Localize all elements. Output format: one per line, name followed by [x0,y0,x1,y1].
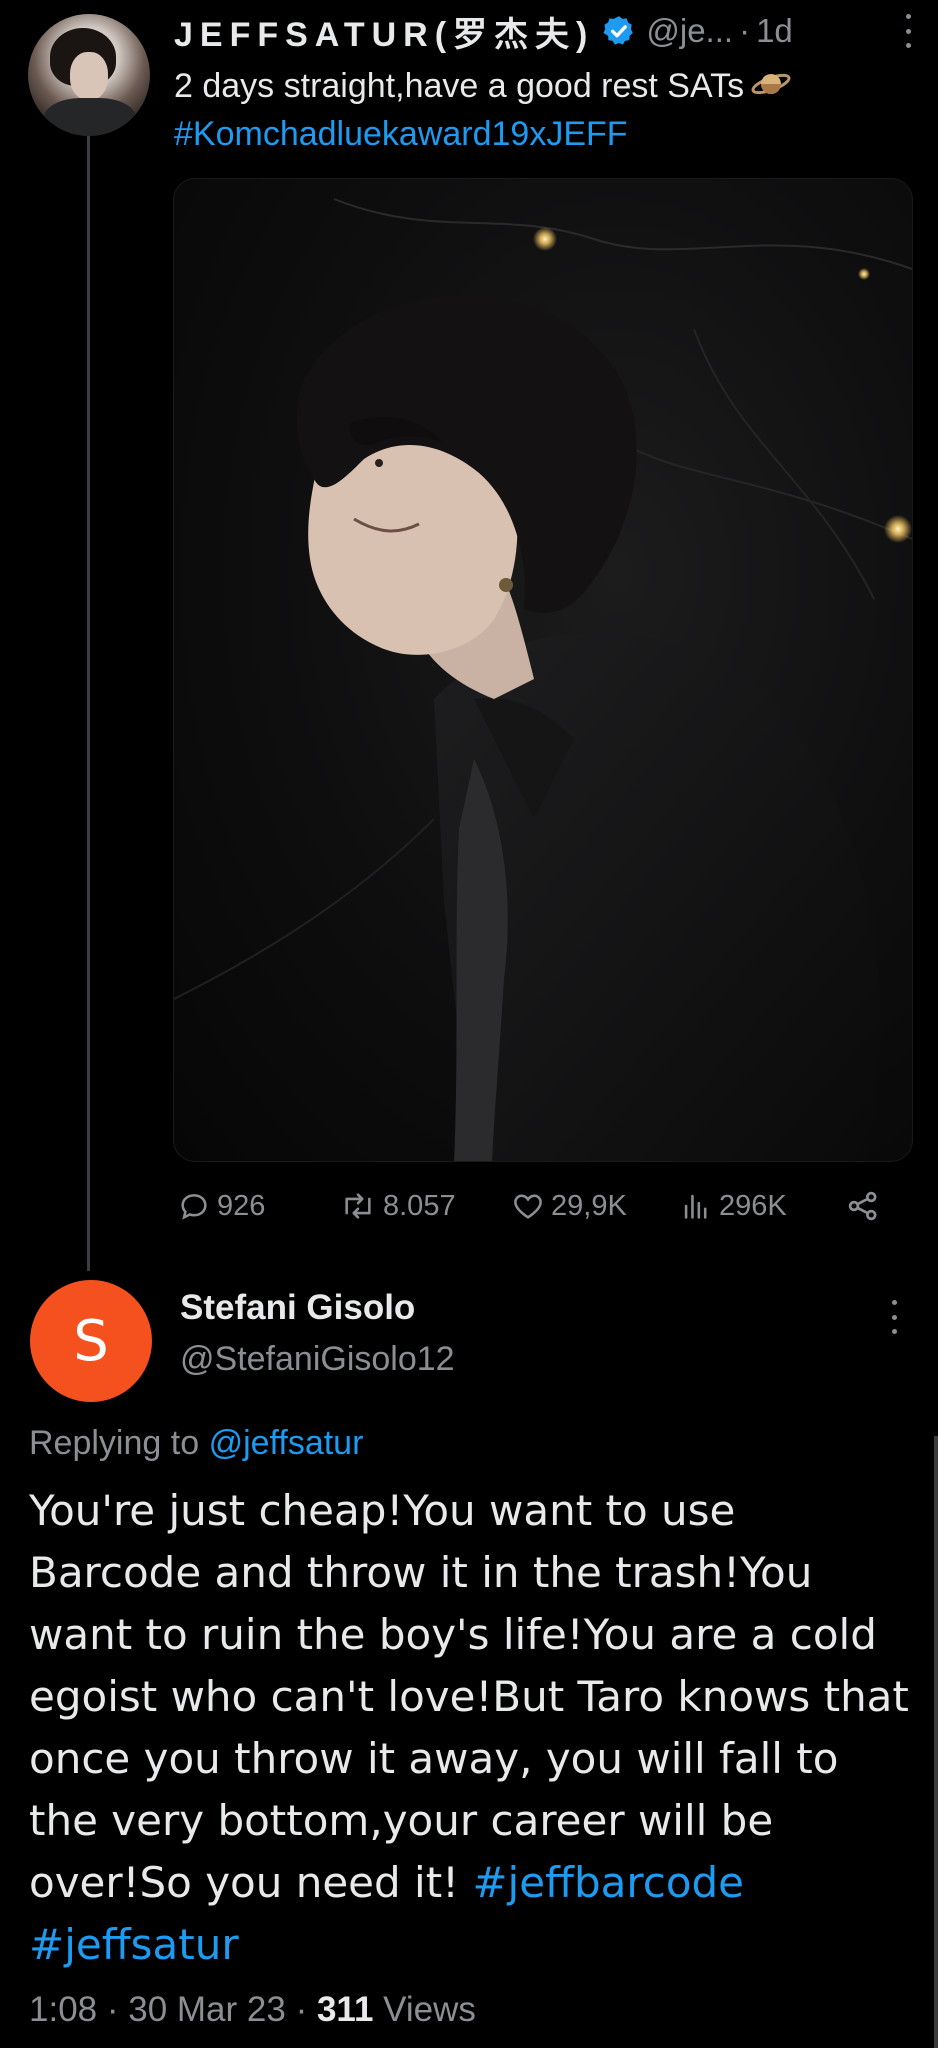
reply-text-body: You're just cheap!You want to use Barcod… [29,1486,909,1907]
author-handle[interactable]: @je... [646,12,733,50]
scrollbar[interactable] [934,1436,938,2048]
share-icon [848,1191,877,1221]
tweet-text: 2 days straight,have a good rest SATs #K… [174,62,914,158]
tweet-header: JEFFSATUR(罗杰夫) @je... · 1d [174,8,918,54]
reply-icon [181,1194,207,1220]
retweet-count: 8.057 [383,1189,456,1222]
verified-badge-icon [603,16,634,45]
reply-views-label: Views [383,1990,476,2029]
ringed-planet-icon [751,73,791,95]
like-action[interactable]: 29,9K [511,1184,627,1228]
tweet-photo[interactable] [173,178,913,1162]
reply-hashtag-jeffbarcode[interactable]: #jeffbarcode [472,1858,744,1907]
photo-portrait-icon [174,198,912,1161]
separator-dot: · [106,1990,129,2029]
like-count: 29,9K [551,1189,627,1222]
share-action[interactable] [845,1184,887,1228]
retweet-action[interactable]: 8.057 [339,1184,456,1228]
reply-hashtag-jeffsatur[interactable]: #jeffsatur [29,1920,239,1969]
replying-to-line: Replying to @jeffsatur [29,1424,363,1463]
author-avatar[interactable] [28,14,150,136]
retweet-icon [345,1193,371,1219]
tweet-hashtag[interactable]: #Komchadluekaward19xJEFF [174,115,628,153]
replying-prefix: Replying to [29,1424,200,1462]
author-display-name[interactable]: JEFFSATUR(罗杰夫) [174,7,594,56]
separator-dot: · [295,1990,317,2029]
separator-dot: · [739,12,751,49]
tweet-actions: 926 8.057 29,9K 296K [173,1184,893,1228]
reply-text: You're just cheap!You want to use Barcod… [29,1480,909,1976]
reply-more-options-icon[interactable] [890,1300,898,1334]
analytics-icon [684,1194,707,1219]
reply-views-count: 311 [316,1990,374,2029]
tweet-text-body: 2 days straight,have a good rest SATs [174,67,745,105]
reply-count: 926 [217,1189,266,1222]
replying-to-mention[interactable]: @jeffsatur [209,1424,364,1462]
reply-date: 30 Mar 23 [128,1990,286,2029]
views-count: 296K [719,1189,787,1222]
more-options-icon[interactable] [904,14,912,48]
reply-action[interactable]: 926 [177,1184,265,1228]
heart-icon [514,1194,542,1219]
reply-author-handle[interactable]: @StefaniGisolo12 [180,1340,455,1379]
views-action[interactable]: 296K [679,1184,787,1228]
thread-line [87,133,90,1271]
reply-metadata: 1:08 · 30 Mar 23 · 311 Views [29,1990,476,2030]
reply-author-avatar[interactable]: S [30,1280,152,1402]
reply-author-display-name[interactable]: Stefani Gisolo [180,1288,415,1328]
reply-time: 1:08 [29,1990,98,2029]
tweet-time[interactable]: 1d [756,12,793,50]
